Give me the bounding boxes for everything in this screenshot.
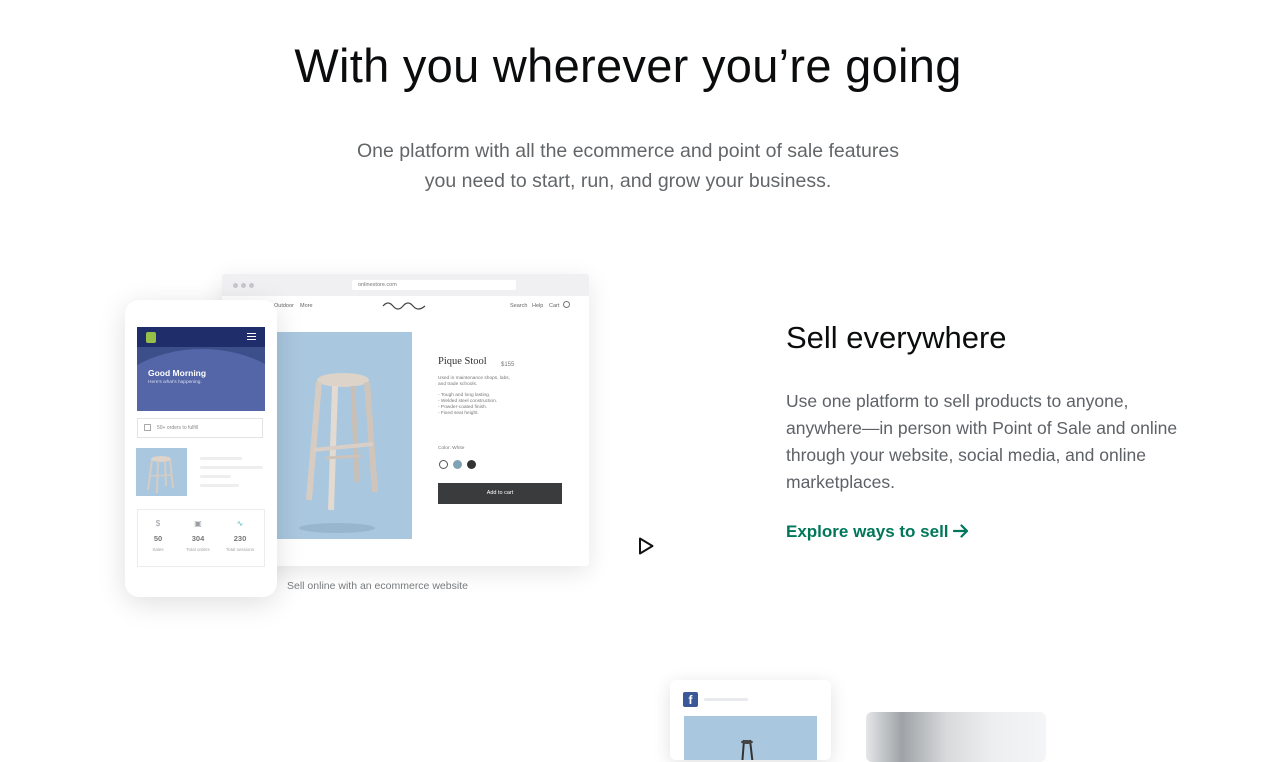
- store-nav-item: Outdoor: [274, 303, 294, 309]
- browser-toolbar: onlinestore.com: [222, 274, 589, 296]
- greeting: Good Morning: [148, 368, 207, 378]
- product-bullet: - Fixed seat height.: [438, 411, 479, 417]
- window-dot-icon: [241, 283, 246, 288]
- shopify-bag-icon: [146, 332, 156, 343]
- store-logo-icon: [382, 302, 426, 310]
- window-dot-icon: [249, 283, 254, 288]
- placeholder-line: [200, 484, 239, 487]
- stat-value: 230: [233, 534, 247, 543]
- stool-icon: [299, 373, 378, 533]
- section-body-line: anywhere—in person with Point of Sale an…: [786, 418, 1178, 438]
- stat-label: Total sessions: [225, 547, 255, 552]
- phone-topbar: [137, 327, 265, 347]
- orders-text: 50+ orders to fulfill: [157, 425, 198, 431]
- product-price: $155: [501, 362, 515, 368]
- store-nav-item: Search: [510, 303, 528, 309]
- color-swatch-white: [439, 460, 448, 469]
- add-to-cart-button: Add to cart: [438, 483, 562, 504]
- sales-icon: $: [155, 519, 161, 528]
- orders-stat-icon: ▣: [194, 519, 202, 528]
- orders-card: 50+ orders to fulfill: [137, 418, 263, 438]
- section-title: Sell everywhere: [786, 320, 1007, 355]
- color-swatch-blue: [453, 460, 462, 469]
- arrow-right-icon: [953, 524, 969, 538]
- store-nav-item: Help: [532, 303, 544, 309]
- section-body-line: marketplaces.: [786, 472, 895, 492]
- window-dot-icon: [233, 283, 238, 288]
- hero-subtitle-line: One platform with all the ecommerce and …: [357, 140, 899, 162]
- stat-label: Sales: [152, 547, 164, 552]
- product-thumbnail: [136, 448, 187, 496]
- product-image: [275, 332, 412, 539]
- greeting-subtitle: Here’s what’s happening.: [148, 380, 202, 385]
- placeholder-line: [200, 475, 231, 478]
- url-bar: onlinestore.com: [352, 280, 516, 290]
- section-body-line: through your website, social media, and …: [786, 445, 1146, 465]
- stool-icon: [147, 456, 174, 494]
- social-post-card: f: [670, 680, 831, 760]
- post-image: [684, 716, 817, 760]
- product-title: Pique Stool: [438, 356, 487, 367]
- color-label: Color: White: [438, 446, 465, 451]
- phone-header: Good Morning Here’s what’s happening.: [137, 327, 265, 411]
- mockup-caption: Sell online with an ecommerce website: [287, 580, 468, 592]
- stats-panel: $ 50 Sales ▣ 304 Total orders ∿ 230 Tota…: [137, 509, 265, 567]
- stat-value: 304: [191, 534, 205, 543]
- menu-icon: [247, 333, 256, 340]
- play-icon[interactable]: [636, 536, 656, 556]
- phone-mockup: Good Morning Here’s what’s happening. 50…: [125, 300, 277, 597]
- cta-label: Explore ways to sell: [786, 522, 949, 541]
- store-nav-item: More: [300, 303, 313, 309]
- placeholder-line: [704, 698, 748, 701]
- orders-icon: [144, 424, 151, 431]
- lifestyle-photo: [866, 712, 1046, 762]
- hero-title: With you wherever you’re going: [294, 39, 962, 92]
- stat-value: 50: [153, 534, 163, 543]
- explore-ways-to-sell-link[interactable]: Explore ways to sell: [786, 522, 969, 542]
- stat-label: Total orders: [186, 547, 210, 552]
- product-description: Used in maintenance shops, labs, and tra…: [438, 376, 528, 418]
- section-body-line: Use one platform to sell products to any…: [786, 391, 1129, 411]
- placeholder-line: [200, 457, 242, 460]
- browser-mockup: onlinestore.com Outdoor More Search Help…: [222, 274, 589, 566]
- store-nav-item: Cart: [549, 303, 560, 309]
- hero-subtitle-line: you need to start, run, and grow your bu…: [424, 170, 832, 192]
- stool-icon: [741, 739, 754, 760]
- facebook-icon: f: [683, 692, 698, 707]
- hero-subtitle: One platform with all the ecommerce and …: [330, 136, 926, 196]
- section-body: Use one platform to sell products to any…: [786, 388, 1206, 496]
- placeholder-line: [200, 466, 263, 469]
- account-icon: [563, 301, 570, 308]
- color-swatch-black: [467, 460, 476, 469]
- sessions-icon: ∿: [236, 519, 244, 528]
